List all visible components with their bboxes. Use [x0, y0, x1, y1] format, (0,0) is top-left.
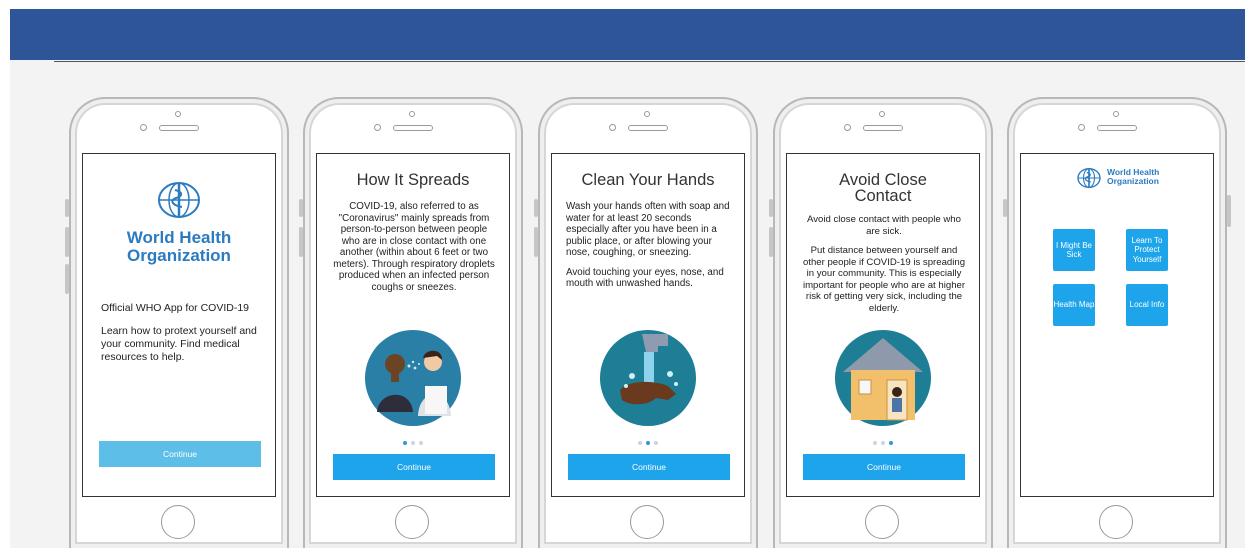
top-banner — [10, 9, 1245, 60]
who-name-line2: Organization — [1107, 176, 1159, 186]
page-indicator — [552, 441, 744, 445]
phone-speaker — [863, 125, 903, 131]
intro-body: Learn how to protext yourself and your c… — [101, 325, 257, 363]
phone-side-button — [1003, 199, 1007, 217]
body-paragraph: Avoid touching your eyes, nose, and mout… — [566, 266, 724, 290]
phone-camera — [844, 124, 851, 131]
page-indicator — [317, 441, 509, 445]
screen-title-line2: Contact — [854, 187, 912, 205]
body-paragraph: Wash your hands often with soap and wate… — [566, 201, 730, 258]
phone-side-button — [769, 227, 773, 257]
continue-button[interactable]: Continue — [333, 454, 495, 480]
screen-body: Avoid close contact with people who are … — [801, 214, 967, 322]
handwashing-illustration — [600, 330, 696, 426]
continue-button[interactable]: Continue — [568, 454, 730, 480]
screen-title: How It Spreads — [356, 171, 470, 189]
page-dot — [638, 441, 642, 445]
body-paragraph: Avoid close contact with people who are … — [807, 214, 961, 237]
divider-line — [54, 61, 1245, 62]
intro-text: Official WHO App for COVID-19 Learn how … — [101, 302, 266, 374]
phone-avoid-contact: Avoid Close Contact Avoid close contact … — [769, 97, 993, 548]
phone-side-button — [769, 199, 773, 217]
who-emblem-icon — [1077, 167, 1101, 189]
screen-title: Clean Your Hands — [581, 171, 715, 189]
screen-avoid-contact: Avoid Close Contact Avoid close contact … — [786, 153, 980, 497]
learn-to-protect-button[interactable]: Learn To Protect Yourself — [1126, 229, 1168, 271]
home-button[interactable] — [630, 505, 664, 539]
phone-speaker — [393, 125, 433, 131]
body-paragraph: COVID-19, also referred to as "Coronavir… — [333, 201, 495, 293]
continue-button[interactable]: Continue — [803, 454, 965, 480]
phone-sensor — [879, 111, 885, 117]
phone-camera — [374, 124, 381, 131]
phone-sensor — [644, 111, 650, 117]
who-name-line1: World Health — [126, 228, 232, 247]
home-button[interactable] — [865, 505, 899, 539]
phone-sensor — [1113, 111, 1119, 117]
phone-side-button — [534, 199, 538, 217]
page-dot — [411, 441, 415, 445]
coughing-people-illustration — [365, 330, 461, 426]
intro-title: Official WHO App for COVID-19 — [101, 302, 250, 314]
screen-title-line1: Avoid Close — [839, 171, 927, 189]
home-button[interactable] — [1099, 505, 1133, 539]
phone-side-button — [65, 264, 69, 294]
who-logo: World Health Organization — [1073, 167, 1173, 197]
continue-button[interactable]: Continue — [99, 441, 261, 467]
phone-camera — [1078, 124, 1085, 131]
home-button[interactable] — [395, 505, 429, 539]
phone-side-button — [1227, 195, 1231, 227]
page-dot — [881, 441, 885, 445]
page-dot — [403, 441, 407, 445]
phone-side-button — [534, 227, 538, 257]
page-dot — [419, 441, 423, 445]
page-indicator — [787, 441, 979, 445]
phone-side-button — [65, 199, 69, 217]
page-dot — [873, 441, 877, 445]
phone-welcome: World Health Organization Official WHO A… — [65, 97, 289, 548]
screen-menu: World Health Organization I Might Be Sic… — [1020, 153, 1214, 497]
phone-camera — [140, 124, 147, 131]
page-dot — [654, 441, 658, 445]
body-paragraph: Put distance between yourself and other … — [802, 245, 966, 314]
home-button[interactable] — [161, 505, 195, 539]
page-dot — [889, 441, 893, 445]
phone-speaker — [159, 125, 199, 131]
screen-body: COVID-19, also referred to as "Coronavir… — [331, 201, 497, 301]
phone-how-it-spreads: How It Spreads COVID-19, also referred t… — [299, 97, 523, 548]
phone-side-button — [65, 227, 69, 257]
screen-welcome: World Health Organization Official WHO A… — [82, 153, 276, 497]
screen-clean-hands: Clean Your Hands Wash your hands often w… — [551, 153, 745, 497]
phone-speaker — [628, 125, 668, 131]
phone-sensor — [175, 111, 181, 117]
who-name-line2: Organization — [127, 246, 231, 265]
phone-side-button — [299, 199, 303, 217]
phone-speaker — [1097, 125, 1137, 131]
phone-side-button — [299, 227, 303, 257]
phone-sensor — [409, 111, 415, 117]
house-illustration — [835, 330, 931, 426]
local-info-button[interactable]: Local Info — [1126, 284, 1168, 326]
screen-how-it-spreads: How It Spreads COVID-19, also referred t… — [316, 153, 510, 497]
phone-menu: World Health Organization I Might Be Sic… — [1003, 97, 1231, 548]
screen-title: Avoid Close Contact — [787, 171, 979, 205]
who-logo: World Health Organization — [83, 180, 275, 265]
health-map-button[interactable]: Health Map — [1053, 284, 1095, 326]
phone-camera — [609, 124, 616, 131]
phone-clean-hands: Clean Your Hands Wash your hands often w… — [534, 97, 758, 548]
who-emblem-icon — [158, 182, 200, 218]
screen-body: Wash your hands often with soap and wate… — [566, 201, 732, 298]
page-dot — [646, 441, 650, 445]
i-might-be-sick-button[interactable]: I Might Be Sick — [1053, 229, 1095, 271]
